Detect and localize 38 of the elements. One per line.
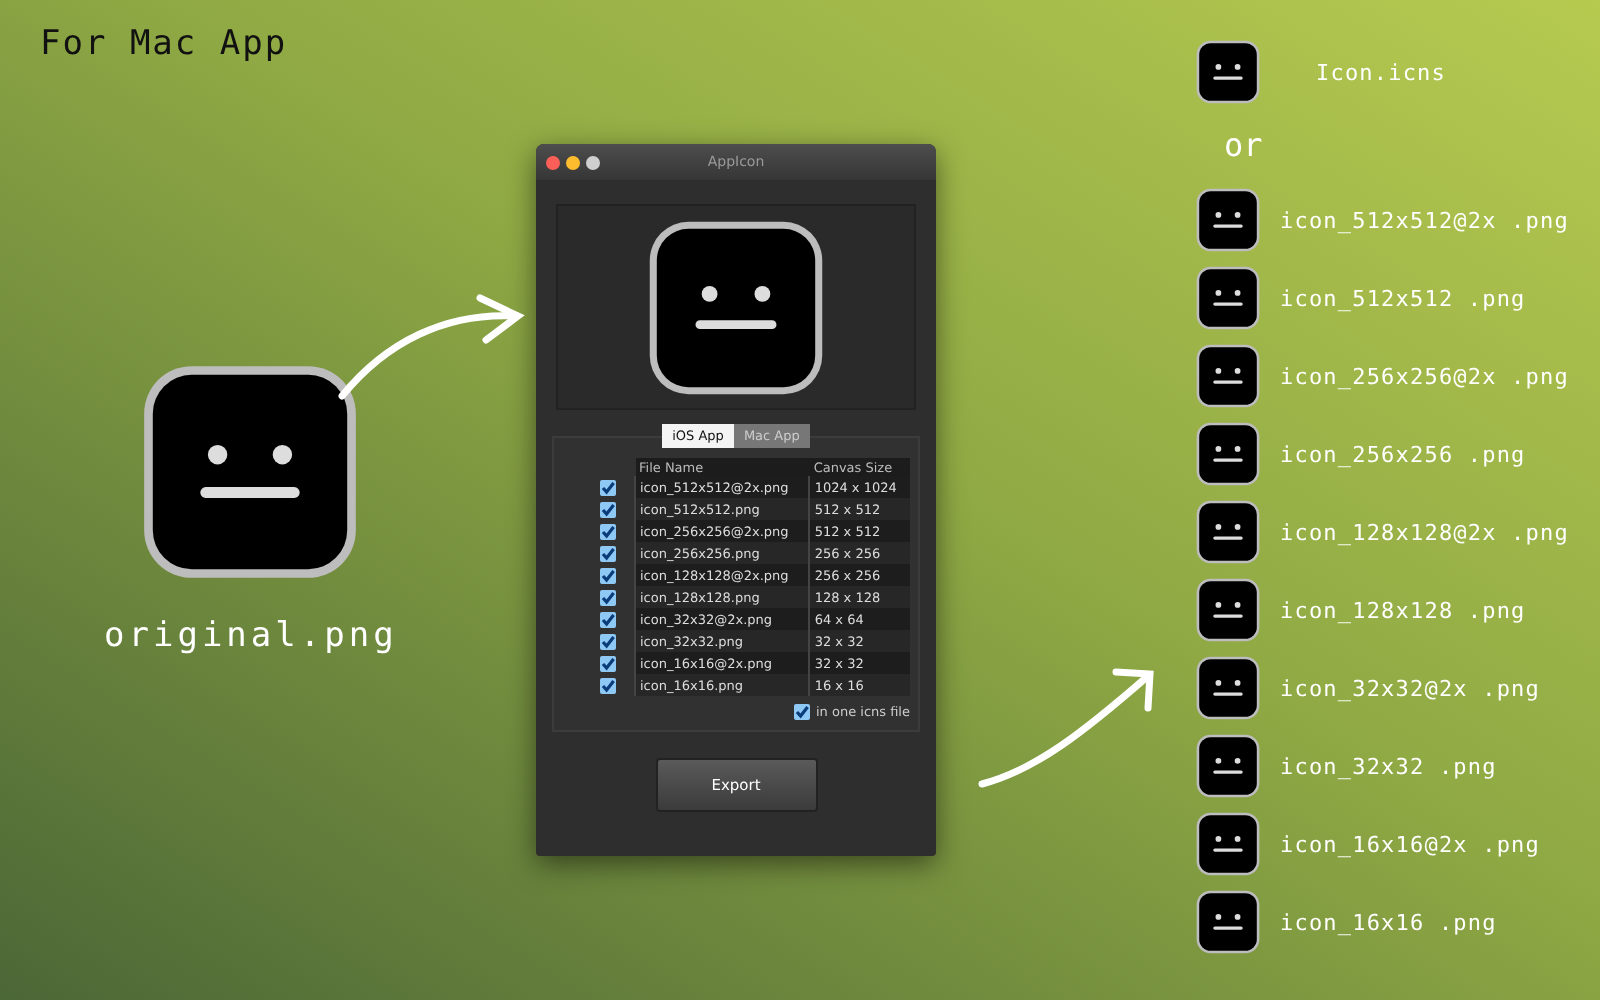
checkbox[interactable]	[600, 655, 616, 672]
face-icon	[1196, 578, 1260, 642]
face-icon	[1196, 188, 1260, 252]
face-icon	[1196, 734, 1260, 798]
face-icon	[1196, 344, 1260, 408]
checkbox[interactable]	[793, 704, 810, 720]
checkbox[interactable]	[600, 589, 616, 606]
file-label: icon_32x32 .png	[1280, 753, 1497, 779]
face-icon	[1196, 812, 1260, 876]
face-icon	[1196, 40, 1260, 104]
face-icon	[142, 364, 359, 580]
heading: For Mac App	[40, 24, 288, 64]
face-icon	[1196, 500, 1260, 564]
face-icon	[1196, 266, 1260, 330]
file-label: Icon.icns	[1316, 59, 1447, 85]
face-icon	[1196, 656, 1260, 720]
face-icon	[648, 219, 824, 395]
checkbox[interactable]	[600, 523, 616, 540]
checkbox[interactable]	[600, 545, 616, 562]
file-label: icon_256x256@2x .png	[1280, 363, 1569, 389]
checkbox[interactable]	[600, 611, 616, 628]
file-label: icon_512x512 .png	[1280, 285, 1526, 311]
checkbox[interactable]	[600, 501, 616, 518]
face-icon	[1196, 890, 1260, 954]
file-label: icon_256x256 .png	[1280, 441, 1526, 467]
checkbox[interactable]	[600, 633, 616, 650]
checkbox[interactable]	[600, 567, 616, 584]
checkbox[interactable]	[600, 677, 616, 694]
file-label: original.png	[104, 616, 398, 656]
file-label: icon_16x16@2x .png	[1280, 831, 1541, 857]
file-label: icon_32x32@2x .png	[1280, 675, 1541, 701]
file-label: icon_128x128@2x .png	[1280, 519, 1569, 545]
file-label: icon_128x128 .png	[1280, 597, 1526, 623]
face-icon	[1196, 422, 1260, 486]
file-label: icon_16x16 .png	[1280, 909, 1497, 935]
checkbox[interactable]	[600, 479, 616, 496]
file-label: icon_512x512@2x .png	[1280, 207, 1569, 233]
separator-text: or	[1224, 126, 1265, 168]
